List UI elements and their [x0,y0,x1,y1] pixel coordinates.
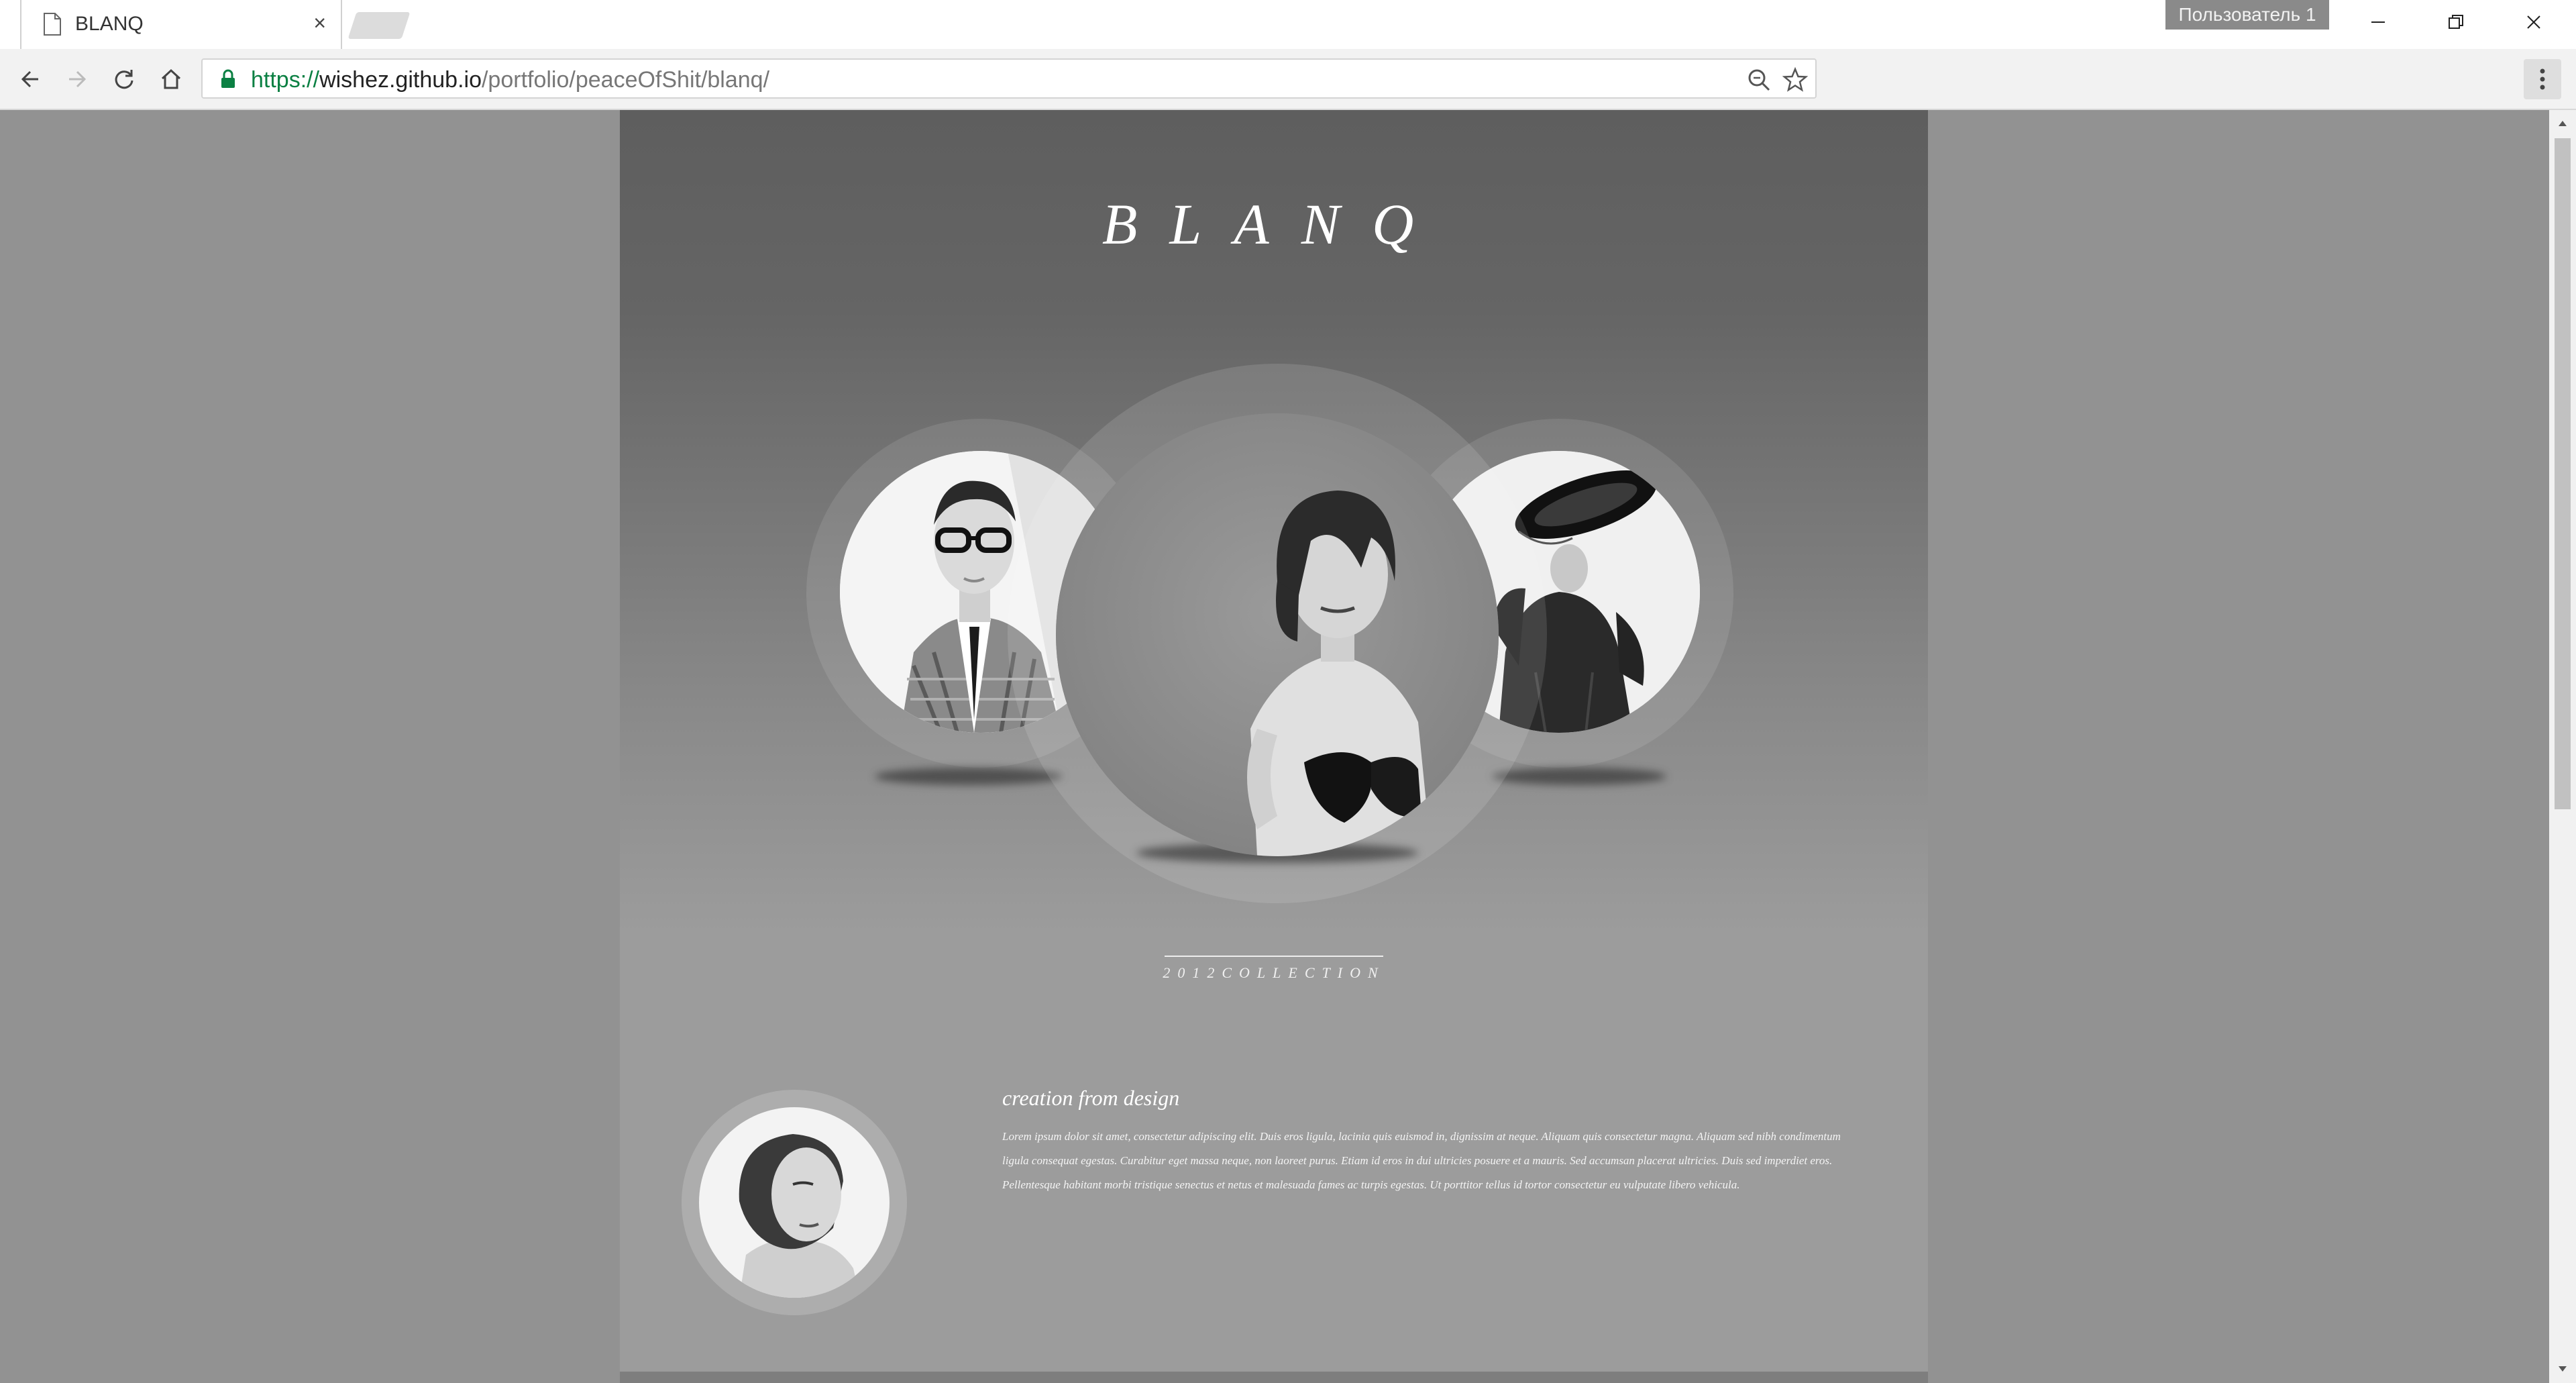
next-section-edge [620,1372,1928,1383]
url-text[interactable]: https://wishez.github.io/portfolio/peace… [251,66,769,93]
home-icon [161,68,181,89]
tab-blanq[interactable]: BLANQ × [20,0,342,49]
restore-button[interactable] [2419,0,2493,44]
minimize-icon [2371,21,2385,23]
about-title: creation from design [1002,1086,1180,1110]
new-tab-button[interactable] [347,12,411,39]
site-panel: BLANQ 2012COLLECTION creation from desig… [620,110,1928,1383]
reload-button[interactable] [107,62,141,96]
center-woman-figure [1056,413,1499,856]
back-button[interactable] [13,62,47,96]
back-icon [21,70,38,88]
restore-icon [2449,15,2463,29]
tab-close-icon[interactable]: × [313,11,326,35]
site-logo[interactable]: BLANQ [620,191,1928,258]
scroll-down-icon[interactable] [2556,1362,2569,1376]
about-body: Lorem ipsum dolor sit amet, consectetur … [1002,1130,1841,1191]
scroll-thumb[interactable] [2555,138,2571,809]
browser-menu-button[interactable] [2524,59,2561,99]
portrait-center-woman[interactable] [1056,413,1499,856]
address-bar[interactable]: https://wishez.github.io/portfolio/peace… [201,58,1817,99]
browser-toolbar: https://wishez.github.io/portfolio/peace… [0,49,2576,110]
forward-icon [69,70,87,88]
minimize-button[interactable] [2341,0,2415,44]
url-path: /portfolio/peaceOfShit/blanq/ [481,67,770,93]
zoom-icon[interactable] [1746,66,1772,93]
tab-title: BLANQ [75,13,144,35]
star-icon[interactable] [1782,66,1809,93]
url-scheme: https:// [251,67,320,93]
document-icon [44,13,61,36]
lock-icon [221,69,235,88]
close-window-button[interactable] [2497,0,2571,44]
profile-badge[interactable]: Пользователь 1 [2165,0,2329,30]
reload-icon [115,70,133,89]
right-photo-shadow [1492,768,1666,785]
about-woman-figure [699,1107,890,1298]
collection-divider [1165,956,1383,957]
page-viewport: BLANQ 2012COLLECTION creation from desig… [0,110,2549,1383]
collection-label: 2012COLLECTION [1163,964,1385,981]
left-photo-shadow [875,768,1063,785]
forward-button[interactable] [60,62,94,96]
portrait-about-woman[interactable] [699,1107,890,1298]
url-host: wishez.github.io [319,67,482,93]
page-scrollbar[interactable] [2549,110,2576,1383]
close-icon [2527,15,2540,29]
menu-icon [2540,68,2545,90]
scroll-up-icon[interactable] [2556,117,2569,130]
home-button[interactable] [154,62,188,96]
title-bar: BLANQ × Пользователь 1 [0,0,2576,49]
